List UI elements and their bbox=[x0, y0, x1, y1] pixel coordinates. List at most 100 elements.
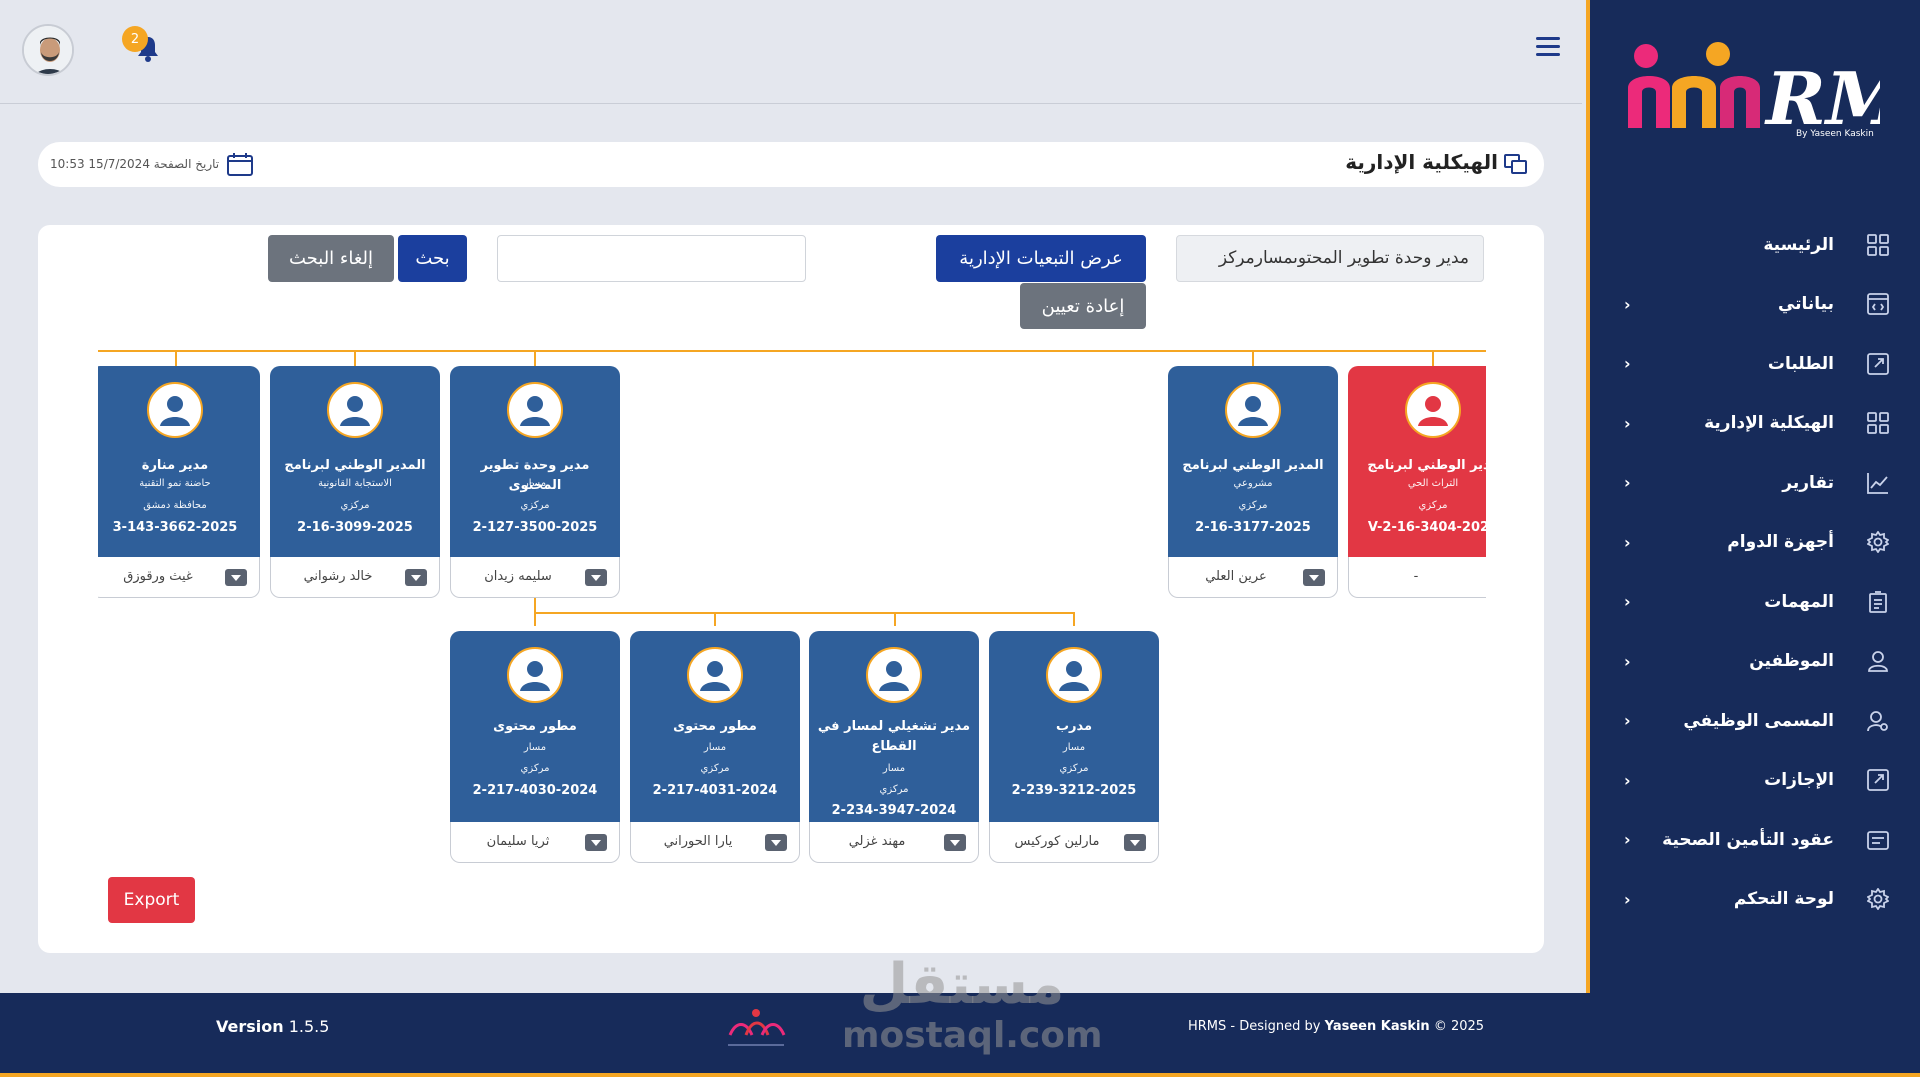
expand-dropdown-icon[interactable] bbox=[225, 569, 247, 586]
expand-dropdown-icon[interactable] bbox=[1303, 569, 1325, 586]
sidebar-item-tasks[interactable]: المهمات ‹ bbox=[1590, 572, 1920, 632]
org-child-card[interactable]: مطور محتوى مسار مركزي 2-217-4030-2024 ثر… bbox=[450, 631, 620, 863]
chevron-left-icon: ‹ bbox=[1624, 413, 1631, 433]
org-card-footer: - bbox=[1348, 557, 1486, 598]
grid-icon bbox=[1864, 409, 1892, 437]
org-card[interactable]: المدير الوطني لبرنامج الاستجابة القانوني… bbox=[270, 366, 440, 598]
search-input[interactable] bbox=[497, 235, 806, 282]
chevron-left-icon: ‹ bbox=[1624, 830, 1631, 850]
employee-name: خالد رشواني bbox=[303, 569, 373, 584]
tasks-icon bbox=[1864, 588, 1892, 616]
expand-dropdown-icon[interactable] bbox=[944, 834, 966, 851]
sidebar-item-leaves[interactable]: الإجازات ‹ bbox=[1590, 751, 1920, 811]
connector-line bbox=[894, 612, 896, 626]
sidebar-item-home[interactable]: الرئيسية bbox=[1590, 215, 1920, 275]
org-card-dept: مسار bbox=[523, 478, 547, 489]
version-label: Version bbox=[216, 1017, 284, 1036]
org-card-footer: عرين العلي bbox=[1168, 557, 1338, 598]
org-card-code: 2-217-4030-2024 bbox=[472, 783, 598, 798]
org-card-location: مركزي bbox=[700, 763, 730, 774]
external-link-icon bbox=[1864, 350, 1892, 378]
org-card-location: مركزي bbox=[340, 500, 370, 511]
sidebar-item-health-insurance[interactable]: عقود التأمين الصحية ‹ bbox=[1590, 810, 1920, 870]
person-icon bbox=[866, 647, 922, 703]
document-icon bbox=[1864, 826, 1892, 854]
view-hierarchy-button[interactable]: عرض التبعيات الإدارية bbox=[936, 235, 1146, 282]
org-card-footer: مارلين كوركيس bbox=[989, 822, 1159, 863]
user-gear-icon bbox=[1864, 707, 1892, 735]
sidebar-item-requests[interactable]: الطلبات ‹ bbox=[1590, 334, 1920, 394]
expand-dropdown-icon[interactable] bbox=[585, 834, 607, 851]
org-card[interactable]: المدير الوطني لبرنامج مشروعي مركزي 2-16-… bbox=[1168, 366, 1338, 598]
version-value: 1.5.5 bbox=[288, 1017, 330, 1036]
gear-icon bbox=[1864, 528, 1892, 556]
sidebar-item-control-panel[interactable]: لوحة التحكم ‹ bbox=[1590, 870, 1920, 930]
org-card-title: مدير تشغيلي لمسار في القطاع bbox=[817, 719, 971, 754]
sidebar-item-job-titles[interactable]: المسمى الوظيفي ‹ bbox=[1590, 691, 1920, 751]
search-button[interactable]: بحث bbox=[398, 235, 467, 282]
org-card-body: مدير الوطني لبرنامج التراث الحي مركزي V-… bbox=[1348, 366, 1486, 557]
org-card-title: المدير الوطني لبرنامج bbox=[284, 458, 426, 473]
sidebar-item-attendance-devices[interactable]: أجهزة الدوام ‹ bbox=[1590, 513, 1920, 573]
org-card-footer: غيث ورقوزق bbox=[98, 557, 260, 598]
org-card-code: 2-239-3212-2025 bbox=[1011, 783, 1137, 798]
org-card-code: 2-127-3500-2025 bbox=[472, 520, 598, 535]
org-card-dept: حاضنة نمو التقنية bbox=[139, 478, 211, 489]
chevron-left-icon: ‹ bbox=[1624, 889, 1631, 909]
expand-dropdown-icon[interactable] bbox=[585, 569, 607, 586]
person-icon bbox=[327, 382, 383, 438]
org-card-title: مطور محتوى bbox=[493, 719, 577, 734]
reset-button[interactable]: إعادة تعيين bbox=[1020, 283, 1146, 329]
page-title: الهيكلية الإدارية bbox=[1345, 150, 1498, 174]
expand-dropdown-icon[interactable] bbox=[405, 569, 427, 586]
org-card[interactable]: مدير وحدة تطوير المحتوى مسار مركزي 2-127… bbox=[450, 366, 620, 598]
org-card-dept: مسار bbox=[703, 742, 727, 753]
org-card-location: مركزي bbox=[1418, 500, 1448, 511]
org-card-footer: يارا الحوراني bbox=[630, 822, 800, 863]
org-card-footer: خالد رشواني bbox=[270, 557, 440, 598]
employee-name: مهند غزلي bbox=[848, 834, 906, 849]
version-info: Version 1.5.5 bbox=[216, 1017, 329, 1036]
expand-dropdown-icon[interactable] bbox=[765, 834, 787, 851]
person-icon bbox=[687, 647, 743, 703]
chevron-left-icon: ‹ bbox=[1624, 711, 1631, 731]
org-child-card[interactable]: مطور محتوى مسار مركزي 2-217-4031-2024 يا… bbox=[630, 631, 800, 863]
org-card-dept: مشروعي bbox=[1233, 478, 1273, 489]
org-card-body: المدير الوطني لبرنامج مشروعي مركزي 2-16-… bbox=[1168, 366, 1338, 557]
org-child-card[interactable]: مدرب مسار مركزي 2-239-3212-2025 مارلين ك… bbox=[989, 631, 1159, 863]
employee-name: - bbox=[1413, 569, 1419, 584]
user-avatar[interactable] bbox=[22, 24, 74, 76]
org-child-card[interactable]: مدير تشغيلي لمسار في القطاع مسار مركزي 2… bbox=[809, 631, 979, 863]
sidebar-item-employees[interactable]: الموظفين ‹ bbox=[1590, 632, 1920, 692]
calendar-icon bbox=[227, 152, 254, 176]
org-card[interactable]: مدير منارة حاضنة نمو التقنية محافظة دمشق… bbox=[98, 366, 260, 598]
user-icon bbox=[1864, 647, 1892, 675]
sidebar-item-reports[interactable]: تقارير ‹ bbox=[1590, 453, 1920, 513]
chart-icon bbox=[1864, 469, 1892, 497]
employee-name: سليمه زيدان bbox=[484, 569, 552, 584]
unit-select[interactable]: مدير وحدة تطوير المحتوىمسارمركز bbox=[1176, 235, 1484, 282]
org-card[interactable]: مدير الوطني لبرنامج التراث الحي مركزي V-… bbox=[1348, 366, 1486, 598]
org-card-location: مركزي bbox=[879, 784, 909, 795]
cancel-search-button[interactable]: إلغاء البحث bbox=[268, 235, 394, 282]
external-link-icon bbox=[1864, 766, 1892, 794]
org-card-title: مدير منارة bbox=[141, 458, 209, 473]
export-button[interactable]: Export bbox=[108, 877, 195, 923]
org-card-dept: الاستجابة القانونية bbox=[318, 478, 392, 489]
org-card-body: مدير منارة حاضنة نمو التقنية محافظة دمشق… bbox=[98, 366, 260, 557]
org-card-body: مدير تشغيلي لمسار في القطاع مسار مركزي 2… bbox=[809, 631, 979, 822]
org-card-code: 2-16-3177-2025 bbox=[1195, 520, 1311, 535]
chevron-left-icon: ‹ bbox=[1624, 770, 1631, 790]
sidebar-item-org-structure[interactable]: الهيكلية الإدارية ‹ bbox=[1590, 394, 1920, 454]
sidebar-item-label: الرئيسية bbox=[1763, 234, 1834, 255]
org-card-dept: مسار bbox=[523, 742, 547, 753]
org-card-code: 2-217-4031-2024 bbox=[652, 783, 778, 798]
connector-line bbox=[1073, 612, 1075, 626]
menu-toggle-icon[interactable] bbox=[1536, 37, 1560, 57]
person-icon bbox=[1225, 382, 1281, 438]
org-card-dept: التراث الحي bbox=[1407, 478, 1459, 489]
org-card-code: V-2-16-3404-2025 bbox=[1367, 520, 1486, 535]
org-card-code: 3-143-3662-2025 bbox=[112, 520, 238, 535]
expand-dropdown-icon[interactable] bbox=[1124, 834, 1146, 851]
sidebar-item-my-data[interactable]: بياناتي ‹ bbox=[1590, 275, 1920, 335]
